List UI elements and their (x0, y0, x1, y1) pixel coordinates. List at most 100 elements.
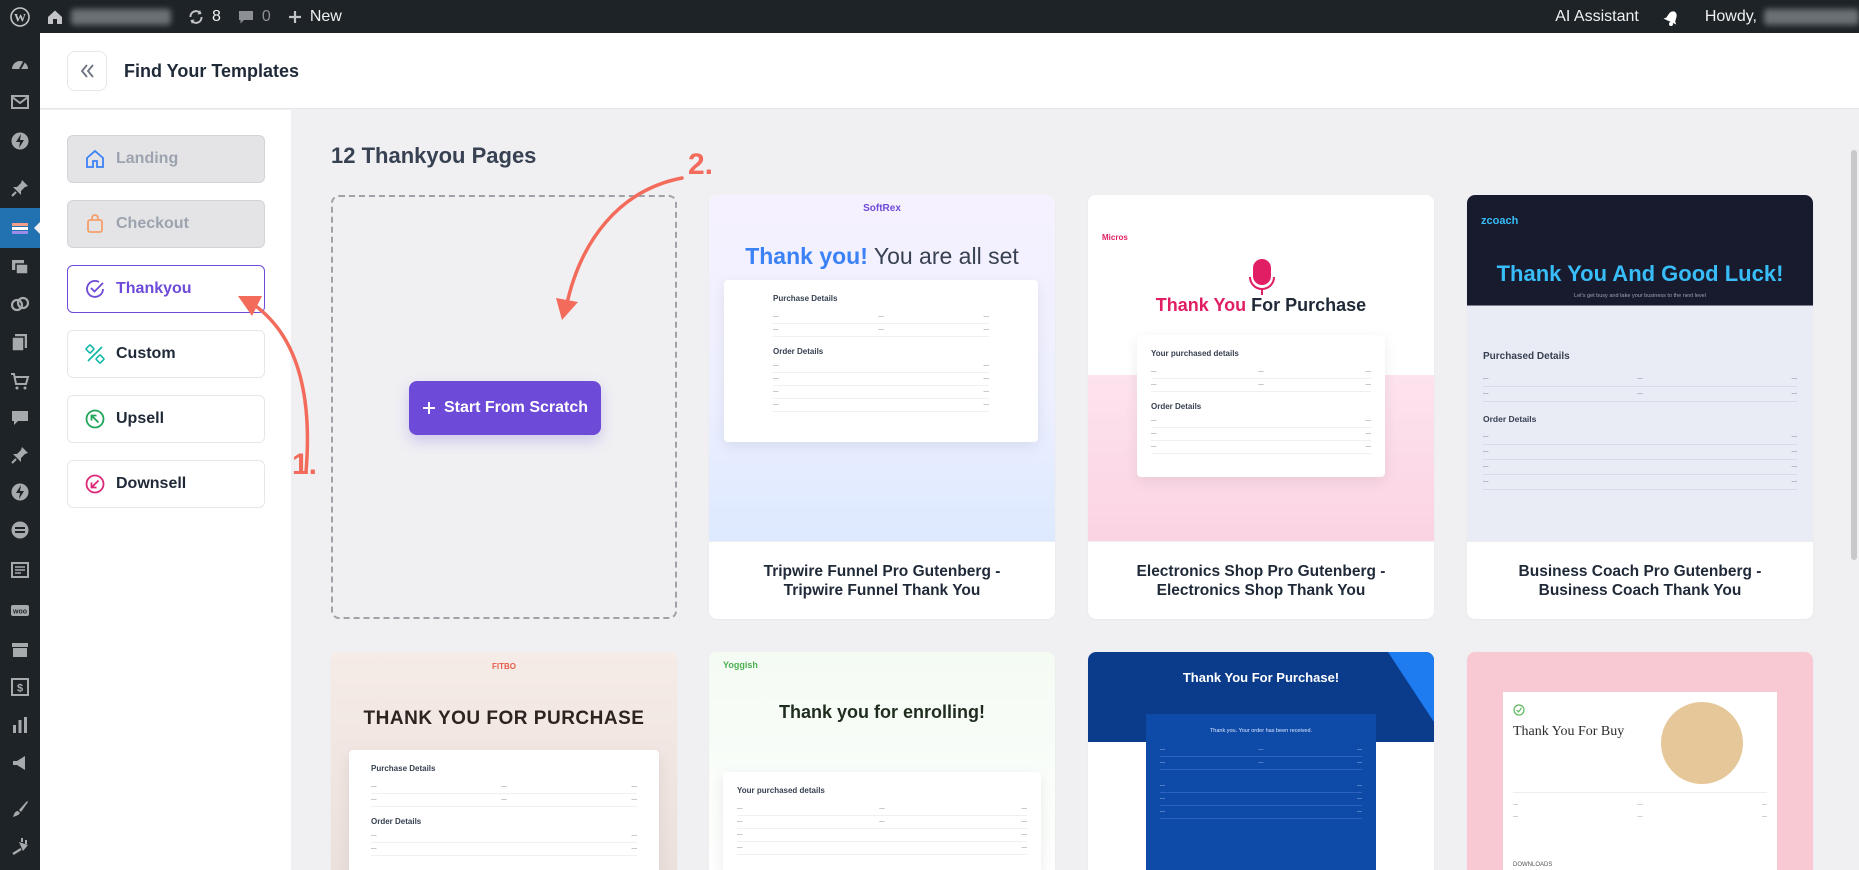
comment-icon (238, 10, 253, 23)
menu-analytics[interactable] (8, 713, 32, 737)
tab-landing[interactable]: Landing (67, 135, 265, 183)
svg-text:woo: woo (12, 609, 27, 616)
arrow-down-left-circle-icon (85, 474, 105, 494)
tab-custom-label: Custom (116, 345, 176, 362)
link-icon (10, 296, 30, 312)
comment-bubble-icon (12, 411, 28, 425)
menu-elementor[interactable] (8, 518, 32, 542)
updates-link[interactable]: 8 (179, 0, 229, 33)
menu-woo-cart[interactable] (8, 369, 32, 393)
template-headline: THANK YOU FOR PURCHASE (363, 708, 645, 729)
page-title: Find Your Templates (124, 61, 300, 81)
check-circle-icon (86, 280, 104, 298)
notifications-button[interactable] (1653, 0, 1697, 33)
new-content-link[interactable]: New (279, 0, 350, 33)
check-icon (1513, 704, 1525, 716)
updates-count: 8 (212, 7, 221, 25)
svg-text:$: $ (17, 683, 23, 695)
username-blurred (1764, 8, 1859, 25)
howdy-label: Howdy, (1704, 7, 1757, 25)
template-card[interactable]: FITBO THANK YOU FOR PURCHASE Purchase De… (331, 652, 677, 870)
template-preview-doc: Your purchased details — — — — — — Order Det… (1137, 335, 1385, 477)
template-card[interactable]: Yoggish Thank you for enrolling! Your pu… (709, 652, 1055, 870)
menu-forms[interactable] (8, 558, 32, 582)
template-headline: Thank You And Good Luck! (1496, 261, 1784, 286)
template-preview-doc: Thank you. Your order has been received.… (1146, 714, 1376, 870)
new-label: New (309, 7, 342, 25)
double-chevron-left-icon (80, 64, 94, 78)
menu-mail[interactable] (8, 90, 32, 114)
menu-payments[interactable]: $ (8, 675, 32, 699)
pushpin-icon (11, 447, 28, 464)
template-thumbnail: Yoggish Thank you for enrolling! Your pu… (709, 652, 1055, 870)
tab-thankyou[interactable]: Thankyou (67, 265, 265, 313)
template-headline: Thank You For Purchase! (1182, 670, 1340, 685)
menu-pin[interactable] (8, 443, 32, 467)
menu-marketing[interactable] (8, 751, 32, 775)
wordpress-logo-button[interactable]: W (0, 0, 38, 33)
comments-link[interactable]: 0 (229, 0, 279, 33)
template-headline: Thank You For Buy (1513, 724, 1625, 739)
menu-dashboard[interactable] (8, 53, 32, 77)
wordpress-icon: W (10, 6, 30, 27)
template-caption: Business Coach Pro Gutenberg - Business … (1467, 541, 1813, 619)
menu-funnel-builder[interactable] (8, 216, 32, 240)
menu-appearance[interactable] (8, 797, 32, 821)
stripes-circle-icon (11, 521, 29, 539)
woo-icon: woo (11, 605, 29, 616)
shopping-bag-icon (87, 214, 103, 233)
tab-downsell[interactable]: Downsell (67, 460, 265, 508)
comments-count: 0 (261, 7, 271, 25)
tab-upsell[interactable]: Upsell (67, 395, 265, 443)
menu-posts[interactable] (8, 176, 32, 200)
template-caption: Tripwire Funnel Pro Gutenberg - Tripwire… (709, 541, 1055, 619)
template-headline: Thank you for enrolling! (779, 702, 985, 722)
menu-plugins[interactable] (8, 834, 32, 858)
svg-text:W: W (14, 10, 26, 24)
tab-landing-label: Landing (116, 150, 179, 167)
my-account-link[interactable]: Howdy, (1697, 0, 1859, 33)
menu-bolt[interactable] (8, 480, 32, 504)
menu-comments[interactable] (8, 406, 32, 430)
template-thumbnail: zcoach Thank You And Good Luck! Let's ge… (1467, 195, 1813, 541)
menu-links[interactable] (8, 292, 32, 316)
template-thumbnail: FITBO THANK YOU FOR PURCHASE Purchase De… (331, 652, 677, 870)
template-card[interactable]: Thank You For Purchase! Thank you. Your … (1088, 652, 1434, 870)
arrow-up-left-circle-icon (85, 409, 105, 429)
page-scrollbar[interactable] (1851, 150, 1857, 560)
plus-icon (288, 10, 301, 23)
bell-icon (1663, 10, 1677, 26)
menu-woocommerce[interactable]: woo (8, 599, 32, 623)
template-card[interactable]: Micros Thank You For Purchase Your purch… (1088, 195, 1434, 619)
section-title: 12 Thankyou Pages (331, 143, 537, 168)
menu-media[interactable] (8, 255, 32, 279)
megaphone-icon (13, 756, 25, 770)
annotation-step-1: 1. (292, 448, 318, 481)
template-thumbnail: Thank You For Purchase! Thank you. Your … (1088, 652, 1434, 870)
template-card[interactable]: zcoach Thank You And Good Luck! Let's ge… (1467, 195, 1813, 619)
collapse-back-button[interactable] (67, 51, 107, 91)
microphone-icon (1249, 259, 1275, 295)
cart-icon (11, 373, 30, 390)
ai-assistant-link[interactable]: AI Assistant (1547, 0, 1653, 33)
template-type-panel: Landing Checkout Thankyou Custom Upsell … (40, 110, 292, 870)
menu-products[interactable] (8, 638, 32, 662)
start-from-scratch-button[interactable]: Start From Scratch (409, 381, 601, 435)
tab-custom[interactable]: Custom (67, 330, 265, 378)
start-from-scratch-label: Start From Scratch (443, 399, 589, 416)
lightning-circle-icon (11, 132, 29, 150)
template-card[interactable]: Thank You For Buy — — — — — — DOWNLOADS (1467, 652, 1813, 870)
bar-chart-icon (13, 717, 27, 733)
site-name-link[interactable] (38, 0, 179, 33)
template-thumbnail: Thank You For Buy — — — — — — DOWNLOADS (1467, 652, 1813, 870)
menu-jetpack[interactable] (8, 129, 32, 153)
template-headline: Thank you! You are all set (745, 243, 1019, 269)
template-subline: Let's get busy and take your business to… (1574, 293, 1706, 299)
menu-pages[interactable] (8, 330, 32, 354)
template-thumbnail: SoftRex Thank you! You are all set Purch… (709, 195, 1055, 541)
template-card[interactable]: SoftRex Thank you! You are all set Purch… (709, 195, 1055, 619)
funnel-builder-icon (12, 223, 28, 234)
paintbrush-icon (13, 801, 28, 817)
tools-icon (85, 344, 105, 364)
tab-checkout[interactable]: Checkout (67, 200, 265, 248)
